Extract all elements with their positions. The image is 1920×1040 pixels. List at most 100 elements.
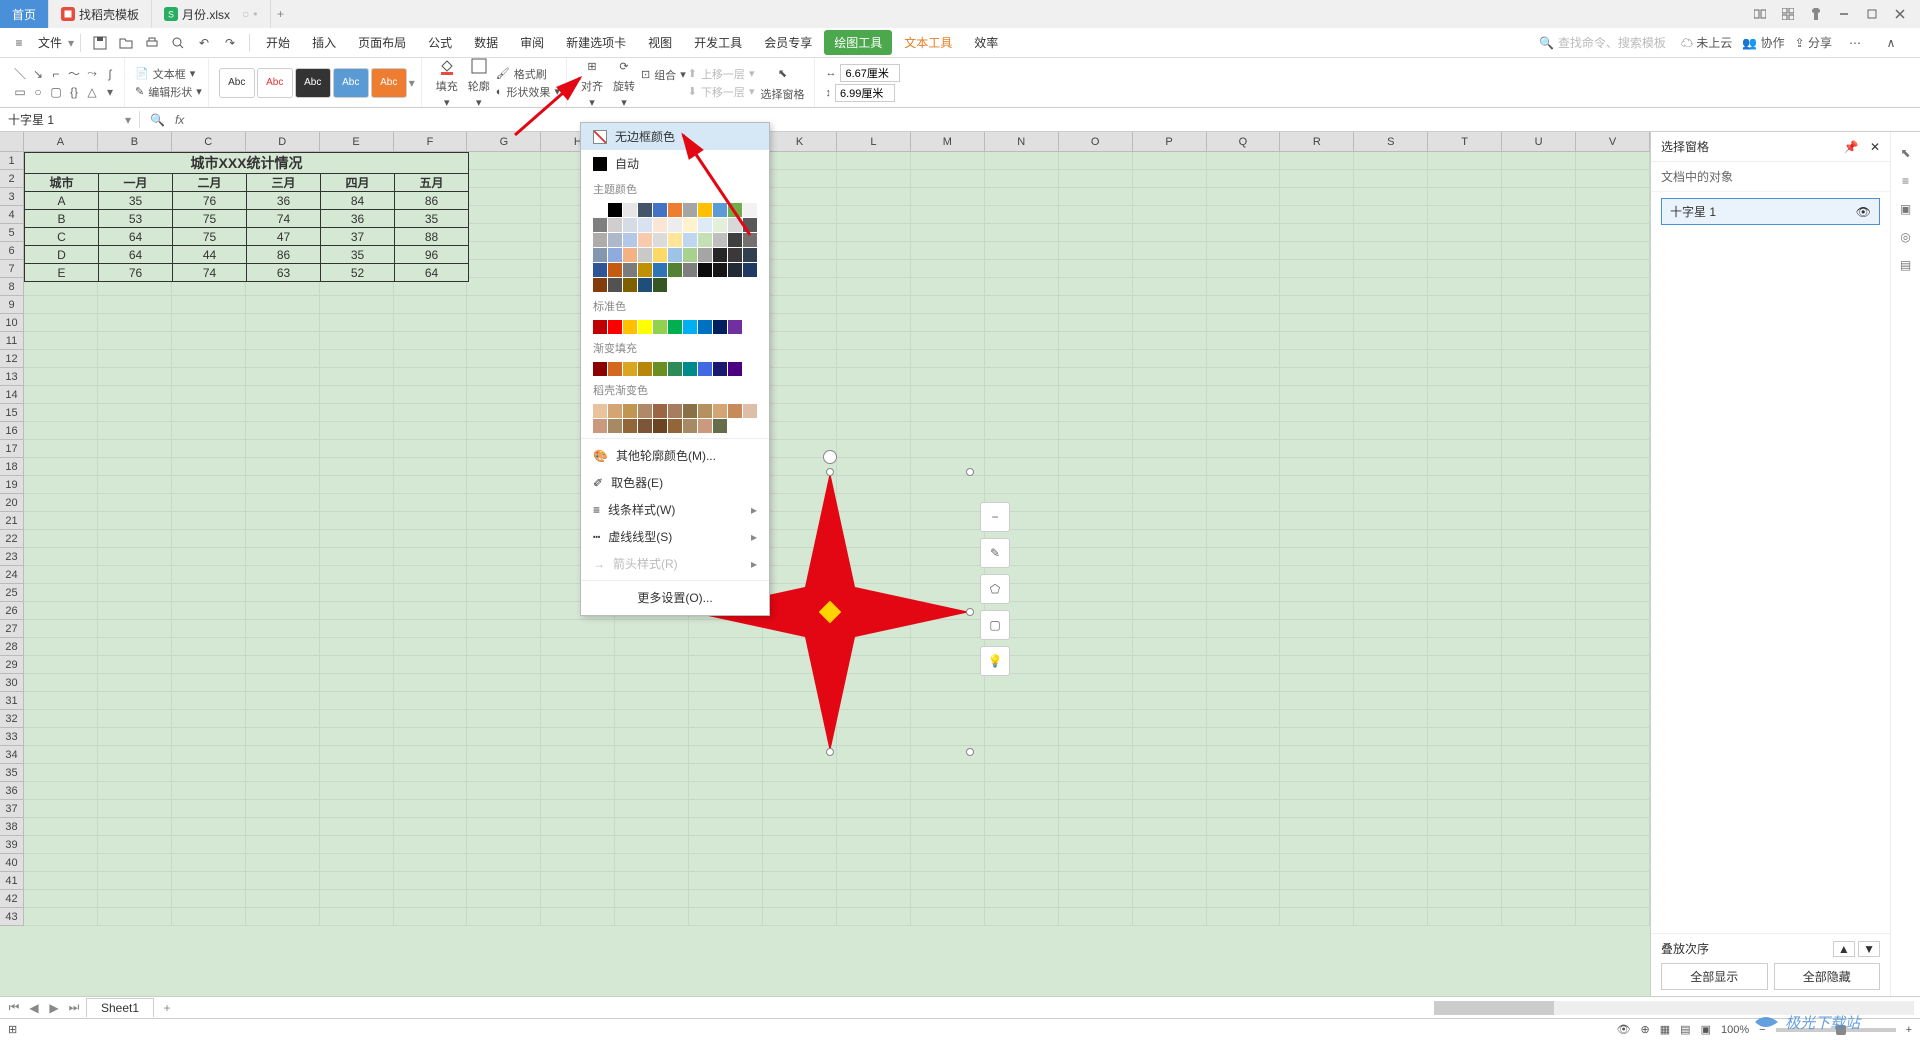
color-swatch[interactable] (668, 203, 682, 217)
color-swatch[interactable] (683, 320, 697, 334)
table-cell[interactable]: B (25, 210, 99, 228)
hamburger-icon[interactable]: ≡ (10, 34, 28, 52)
color-swatch[interactable] (593, 404, 607, 418)
color-swatch[interactable] (728, 248, 742, 262)
table-cell[interactable]: E (25, 264, 99, 282)
row-header[interactable]: 36 (0, 782, 24, 800)
color-swatch[interactable] (593, 233, 607, 247)
height-input[interactable] (835, 84, 895, 102)
table-cell[interactable]: 64 (99, 228, 173, 246)
color-swatch[interactable] (743, 233, 757, 247)
search-icon[interactable]: 🔍 (150, 113, 165, 127)
row-header[interactable]: 19 (0, 476, 24, 494)
column-header[interactable]: P (1133, 132, 1207, 152)
color-swatch[interactable] (623, 263, 637, 277)
view-grid-icon[interactable]: ▦ (1660, 1023, 1670, 1036)
maximize-button[interactable] (1860, 4, 1884, 24)
color-swatch[interactable] (623, 248, 637, 262)
color-swatch[interactable] (743, 248, 757, 262)
color-swatch[interactable] (608, 320, 622, 334)
row-header[interactable]: 30 (0, 674, 24, 692)
color-swatch[interactable] (608, 218, 622, 232)
preset-more[interactable]: ▾ (409, 76, 415, 90)
location-icon[interactable]: ◎ (1900, 230, 1910, 244)
roundrect-shape[interactable]: ▢ (48, 84, 64, 100)
column-header[interactable]: K (763, 132, 837, 152)
table-cell[interactable]: 75 (173, 210, 247, 228)
oval-shape[interactable]: ○ (30, 84, 46, 100)
sheet-nav-last[interactable]: ⏭ (66, 1000, 82, 1015)
zoom-out-tool[interactable]: − (980, 502, 1010, 532)
color-swatch[interactable] (608, 233, 622, 247)
color-swatch[interactable] (683, 263, 697, 277)
color-swatch[interactable] (698, 233, 712, 247)
menu-tab-layout[interactable]: 页面布局 (348, 30, 416, 55)
color-swatch[interactable] (593, 320, 607, 334)
column-header[interactable]: N (985, 132, 1059, 152)
table-cell[interactable]: 53 (99, 210, 173, 228)
row-header[interactable]: 15 (0, 404, 24, 422)
color-swatch[interactable] (668, 233, 682, 247)
color-swatch[interactable] (638, 404, 652, 418)
freeform-shape[interactable]: ʃ (102, 66, 118, 82)
column-header[interactable]: G (467, 132, 541, 152)
move-down-button[interactable]: ▼ (1858, 941, 1880, 957)
table-cell[interactable]: 96 (395, 246, 469, 264)
menu-tab-view[interactable]: 视图 (638, 30, 682, 55)
menu-tab-new[interactable]: 新建选项卡 (556, 30, 636, 55)
menu-tab-insert[interactable]: 插入 (302, 30, 346, 55)
row-header[interactable]: 26 (0, 602, 24, 620)
color-swatch[interactable] (653, 278, 667, 292)
row-header[interactable]: 41 (0, 872, 24, 890)
color-swatch[interactable] (728, 233, 742, 247)
column-header[interactable]: F (394, 132, 468, 152)
more-icon[interactable]: ⋯ (1846, 34, 1864, 52)
menu-tab-review[interactable]: 审阅 (510, 30, 554, 55)
eye-icon[interactable]: 👁 (1856, 205, 1871, 219)
color-swatch[interactable] (698, 362, 712, 376)
table-cell[interactable]: C (25, 228, 99, 246)
eyedropper-tool[interactable]: ✎ (980, 538, 1010, 568)
color-swatch[interactable] (623, 233, 637, 247)
color-swatch[interactable] (743, 263, 757, 277)
open-icon[interactable] (117, 34, 135, 52)
collapse-icon[interactable]: ∧ (1882, 34, 1900, 52)
color-swatch[interactable] (608, 278, 622, 292)
row-header[interactable]: 40 (0, 854, 24, 872)
row-header[interactable]: 11 (0, 332, 24, 350)
undo-icon[interactable]: ↶ (195, 34, 213, 52)
color-swatch[interactable] (698, 320, 712, 334)
color-swatch[interactable] (608, 248, 622, 262)
table-cell[interactable]: 63 (247, 264, 321, 282)
close-button[interactable] (1888, 4, 1912, 24)
width-input[interactable] (840, 64, 900, 82)
row-header[interactable]: 28 (0, 638, 24, 656)
skin-icon[interactable] (1804, 4, 1828, 24)
color-swatch[interactable] (698, 203, 712, 217)
zoom-value[interactable]: 100% (1721, 1024, 1749, 1036)
color-swatch[interactable] (698, 404, 712, 418)
row-header[interactable]: 9 (0, 296, 24, 314)
color-swatch[interactable] (608, 362, 622, 376)
elbow-shape[interactable]: ⌐ (48, 66, 64, 82)
row-header[interactable]: 38 (0, 818, 24, 836)
row-header[interactable]: 10 (0, 314, 24, 332)
color-swatch[interactable] (638, 233, 652, 247)
style-preset-5[interactable]: Abc (371, 68, 407, 98)
view-page-icon[interactable]: ⊕ (1641, 1023, 1650, 1036)
layout-icon[interactable] (1748, 4, 1772, 24)
more-shapes[interactable]: ▾ (102, 84, 118, 100)
column-header[interactable]: R (1280, 132, 1354, 152)
coop-button[interactable]: 👥 协作 (1742, 34, 1784, 51)
color-swatch[interactable] (623, 419, 637, 433)
row-header[interactable]: 18 (0, 458, 24, 476)
select-tool-icon[interactable]: ⬉ (1900, 146, 1910, 160)
table-cell[interactable]: 52 (321, 264, 395, 282)
file-menu[interactable]: 文件 (32, 34, 68, 51)
color-swatch[interactable] (743, 404, 757, 418)
more-settings-item[interactable]: 更多设置(O)... (581, 584, 769, 611)
row-header[interactable]: 37 (0, 800, 24, 818)
print-icon[interactable] (143, 34, 161, 52)
redo-icon[interactable]: ↷ (221, 34, 239, 52)
color-swatch[interactable] (653, 203, 667, 217)
